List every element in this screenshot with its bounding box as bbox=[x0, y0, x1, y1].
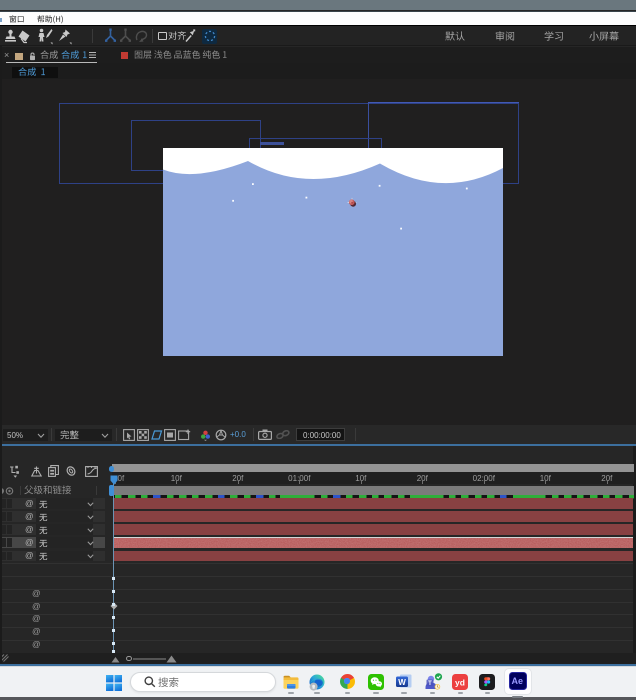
svg-text:T: T bbox=[428, 681, 432, 687]
svg-text:W: W bbox=[398, 678, 406, 687]
svg-text:yd: yd bbox=[455, 677, 465, 687]
